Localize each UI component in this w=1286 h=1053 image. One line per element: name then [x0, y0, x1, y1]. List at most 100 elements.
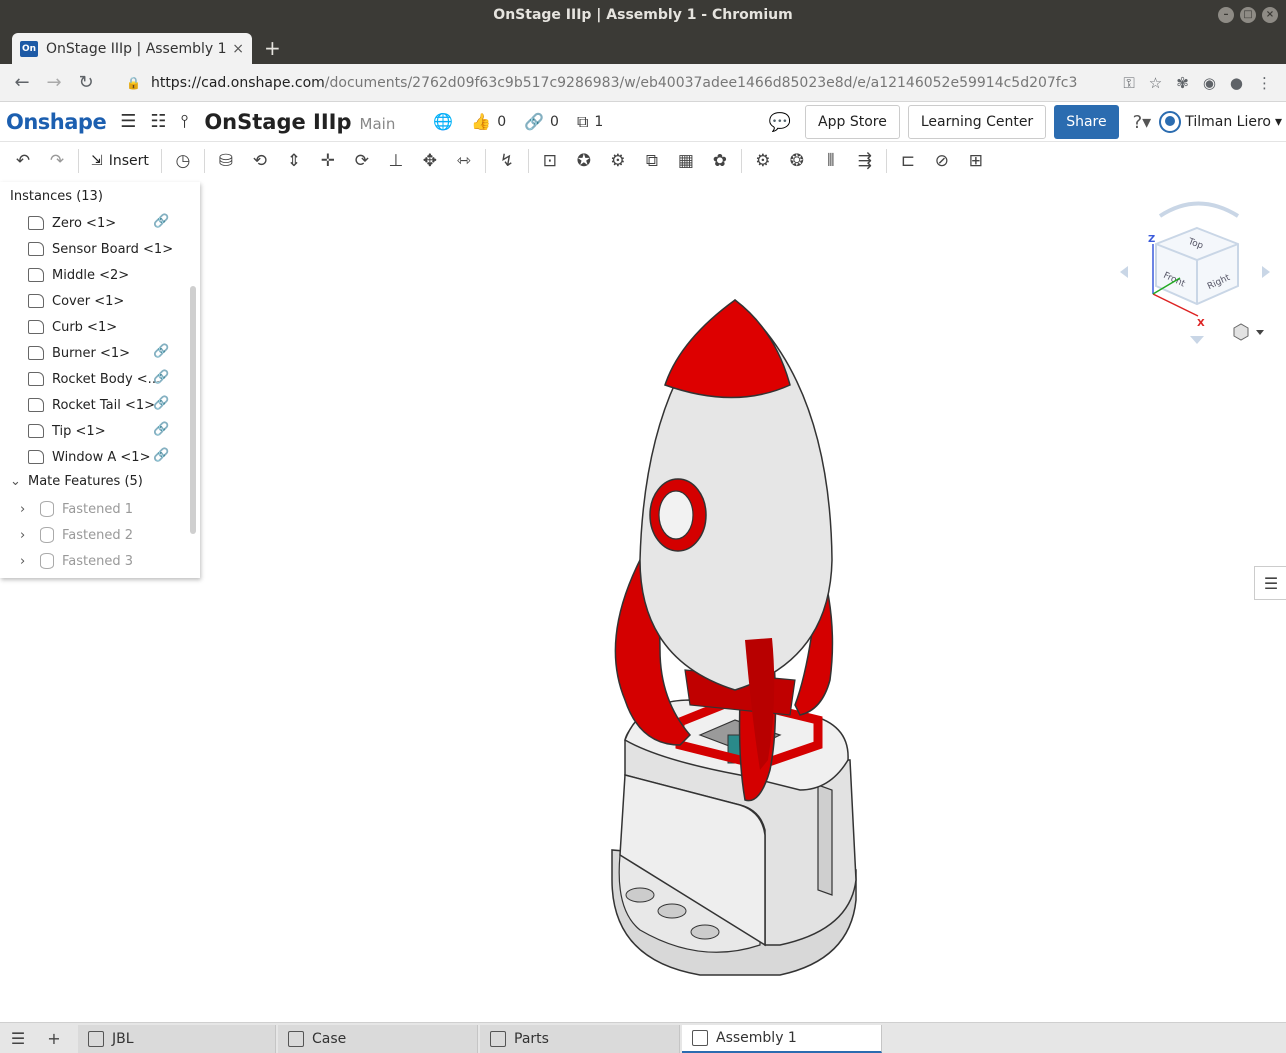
url-host: https://cad.onshape.com	[150, 74, 325, 91]
reload-icon[interactable]: ↻	[70, 72, 102, 93]
view-cube[interactable]: Top Front Right Z X	[1120, 196, 1280, 360]
display-states-icon[interactable]: ⊞	[959, 146, 993, 176]
part-icon	[28, 424, 44, 438]
assembly-toolbar: ↶ ↷ ⇲ Insert ◷ ⛁ ⟲ ⇕ ✛ ⟳ ⊥ ✥ ⇿ ↯ ⊡ ✪ ⚙ ⧉…	[0, 142, 1286, 180]
undo-icon[interactable]: ↶	[6, 146, 40, 176]
part-icon	[28, 216, 44, 230]
extension-paw-icon[interactable]: ✾	[1176, 74, 1189, 92]
bookmark-star-icon[interactable]: ☆	[1149, 74, 1162, 92]
mate-item[interactable]: › Fastened 1	[20, 498, 133, 520]
document-name[interactable]: OnStage IIIp	[204, 110, 351, 134]
measure-icon[interactable]: ⊏	[891, 146, 925, 176]
new-tab-button[interactable]: +	[264, 36, 281, 60]
chevron-down-icon: ▾	[1274, 114, 1282, 130]
group-icon[interactable]: ⊡	[533, 146, 567, 176]
tab-manager-icon[interactable]: ☰	[0, 1029, 36, 1048]
account-icon[interactable]: ●	[1230, 74, 1243, 92]
linear-relation-icon[interactable]: ⇶	[848, 146, 882, 176]
back-arrow-icon[interactable]: ←	[6, 72, 38, 93]
forward-arrow-icon[interactable]: →	[38, 72, 70, 93]
slider-mate-icon[interactable]: ⇕	[277, 146, 311, 176]
comments-icon[interactable]: 💬	[769, 112, 791, 133]
menu-dots-icon[interactable]: ⋮	[1257, 74, 1272, 92]
tab-jbl[interactable]: JBL	[78, 1025, 276, 1053]
tab-assembly-1[interactable]: Assembly 1	[682, 1025, 882, 1053]
pattern-icon[interactable]: ▦	[669, 146, 703, 176]
thumbs-up-icon: 👍	[471, 112, 492, 131]
hamburger-menu-icon[interactable]: ☰	[120, 111, 136, 132]
user-name: Tilman Liero	[1185, 114, 1271, 130]
copies-counter[interactable]: ⧉ 1	[577, 112, 603, 132]
tangent-mate-icon[interactable]: ↯	[490, 146, 524, 176]
extension-mask-icon[interactable]: ◉	[1203, 74, 1216, 92]
part-icon	[28, 450, 44, 464]
tab-close-icon[interactable]: ×	[232, 41, 244, 57]
public-globe-icon[interactable]: 🌐	[433, 112, 453, 131]
screw-icon[interactable]: ⦀	[814, 146, 848, 176]
partstudio-icon	[288, 1031, 304, 1047]
onshape-logo[interactable]: Onshape	[6, 110, 107, 134]
panel-scrollbar[interactable]	[190, 286, 196, 534]
link-icon: 🔗	[153, 214, 170, 229]
help-icon[interactable]: ?▾	[1133, 112, 1152, 133]
ball-mate-icon[interactable]: ✥	[413, 146, 447, 176]
mate-features-title: Mate Features (5)	[28, 474, 143, 489]
share-button[interactable]: Share	[1054, 105, 1119, 139]
pin-slot-mate-icon[interactable]: ⊥	[379, 146, 413, 176]
relation-icon[interactable]: ⚙	[601, 146, 635, 176]
url-field[interactable]: 🔒 https://cad.onshape.com /documents/276…	[126, 75, 1123, 91]
tab-parts[interactable]: Parts	[480, 1025, 680, 1053]
replicate-icon[interactable]: ⧉	[635, 146, 669, 176]
links-count: 0	[550, 113, 559, 130]
mate-item[interactable]: › Fastened 3	[20, 550, 133, 572]
part-icon	[28, 372, 44, 386]
chevron-right-icon: ›	[20, 553, 26, 569]
browser-tab-title: OnStage IIIp | Assembly 1	[46, 40, 227, 57]
list-panel-toggle-icon[interactable]: ☰	[1254, 566, 1286, 600]
learning-center-button[interactable]: Learning Center	[907, 105, 1047, 139]
key-icon[interactable]: ⚿	[1123, 74, 1134, 92]
redo-icon[interactable]: ↷	[40, 146, 74, 176]
browser-tab[interactable]: On OnStage IIIp | Assembly 1 ×	[12, 33, 252, 64]
tab-case[interactable]: Case	[278, 1025, 478, 1053]
gear-relation-icon[interactable]: ⚙	[746, 146, 780, 176]
chevron-down-icon: ⌄	[10, 474, 21, 489]
user-menu[interactable]: Tilman Liero ▾	[1159, 111, 1282, 133]
minimize-button[interactable]: –	[1218, 7, 1234, 23]
mate-features-header[interactable]: ⌄ Mate Features (5)	[10, 474, 143, 489]
part-icon	[28, 294, 44, 308]
revolute-mate-icon[interactable]: ⟲	[243, 146, 277, 176]
add-tab-icon[interactable]: +	[36, 1029, 72, 1048]
instance-item[interactable]: Curb <1>	[28, 316, 178, 338]
fastened-mate-icon[interactable]: ⛁	[209, 146, 243, 176]
rack-pinion-icon[interactable]: ❂	[780, 146, 814, 176]
view-cube-graphic[interactable]: Top Front Right Z X	[1120, 196, 1280, 356]
insert-mate-icon[interactable]: ⫯	[180, 111, 188, 132]
fastened-mate-icon	[40, 501, 54, 517]
insert-button[interactable]: ⇲ Insert	[83, 153, 157, 169]
mate-connector-icon[interactable]: ✪	[567, 146, 601, 176]
close-button[interactable]: ×	[1262, 7, 1278, 23]
maximize-button[interactable]: □	[1240, 7, 1256, 23]
links-counter[interactable]: 🔗 0	[524, 112, 559, 131]
link-icon: 🔗	[153, 344, 170, 359]
partstudio-icon	[490, 1031, 506, 1047]
parallel-mate-icon[interactable]: ⇿	[447, 146, 481, 176]
instance-item[interactable]: Cover <1>	[28, 290, 178, 312]
mate-item[interactable]: › Fastened 2	[20, 524, 133, 546]
partstudio-icon	[88, 1031, 104, 1047]
history-icon[interactable]: ◷	[166, 146, 200, 176]
section-view-icon[interactable]: ⊘	[925, 146, 959, 176]
cylindrical-mate-icon[interactable]: ⟳	[345, 146, 379, 176]
onshape-header: Onshape ☰ ☷ ⫯ OnStage IIIp Main 🌐 👍 0 🔗 0 …	[0, 102, 1286, 142]
branch-name[interactable]: Main	[360, 115, 396, 133]
instance-item[interactable]: Middle <2>	[28, 264, 178, 286]
feature-tree-icon[interactable]: ☷	[150, 111, 166, 132]
likes-counter[interactable]: 👍 0	[471, 112, 506, 131]
toolbar-divider	[740, 149, 742, 173]
planar-mate-icon[interactable]: ✛	[311, 146, 345, 176]
app-store-button[interactable]: App Store	[805, 105, 900, 139]
instance-item[interactable]: Sensor Board <1>	[28, 238, 178, 260]
explode-icon[interactable]: ✿	[703, 146, 737, 176]
window-titlebar: OnStage IIIp | Assembly 1 - Chromium – □…	[0, 0, 1286, 30]
